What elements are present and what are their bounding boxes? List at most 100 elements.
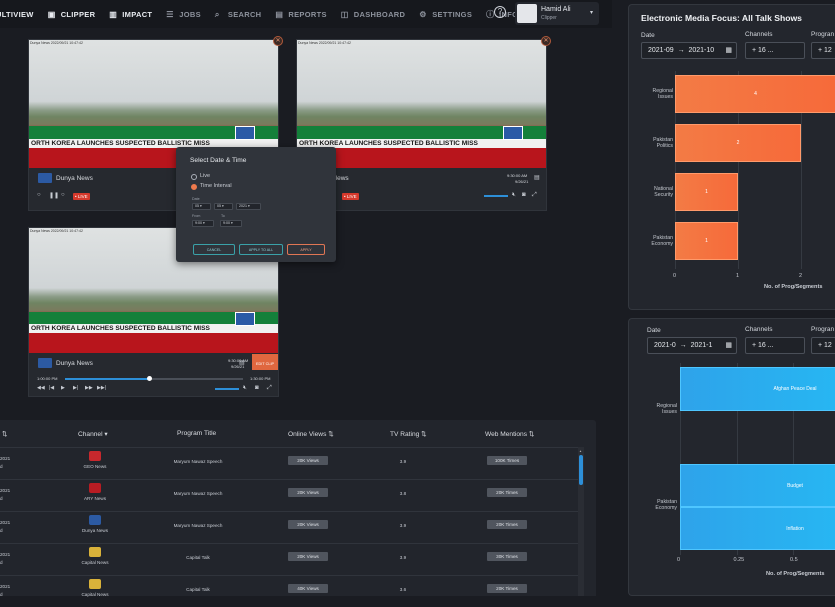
end-icon[interactable]: ▶▶|: [97, 385, 106, 391]
from-select[interactable]: 9:00 ▾: [192, 220, 214, 227]
year-select[interactable]: 2021 ▾: [236, 203, 261, 210]
camera-icon[interactable]: ◙: [522, 192, 526, 198]
volume-slider[interactable]: [484, 195, 508, 197]
save-icon[interactable]: ▤: [534, 174, 540, 181]
pause-icon[interactable]: ❚❚: [49, 192, 59, 199]
nav-item-jobs[interactable]: ☰ JOBS: [166, 10, 201, 19]
nav-item-clipper[interactable]: ▣ CLIPPER: [48, 10, 96, 19]
fullscreen-icon[interactable]: ⤢: [532, 192, 537, 199]
calendar-icon[interactable]: ▦: [725, 338, 732, 353]
top-nav: ULTIVIEW ▣ CLIPPER ▥ IMPACT ☰ JOBS ⌕ SEARCH ▤ REPO…: [0, 0, 612, 28]
row-views: 20K Views: [288, 456, 328, 465]
channels-select[interactable]: + 16 ...: [745, 337, 805, 354]
timeline-handle[interactable]: [146, 376, 152, 381]
mute-icon[interactable]: 🔇︎: [243, 385, 247, 392]
month-select[interactable]: 05 ▾: [214, 203, 233, 210]
radio-interval[interactable]: [191, 184, 197, 190]
x-tick: 0: [673, 273, 677, 279]
nav-items: ULTIVIEW ▣ CLIPPER ▥ IMPACT ☰ JOBS ⌕ SEARCH ▤ REPO…: [0, 10, 532, 19]
ffwd-icon[interactable]: ▶▶: [85, 385, 93, 391]
chevron-down-icon[interactable]: ▾: [590, 9, 593, 16]
y-tick-word: Issues: [662, 409, 677, 415]
live-badge[interactable]: • LIVE: [342, 193, 359, 200]
day-select[interactable]: 05 ▾: [192, 203, 211, 210]
table-row[interactable]: 2021 d Dunya News Maryum Nawaz Speech 20K Vi…: [0, 511, 578, 543]
nav-label: SETTINGS: [432, 9, 473, 19]
y-tick-word: Politics: [656, 143, 673, 149]
clip-start: 1:00:00 PM: [37, 376, 58, 381]
bar-label: Inflation: [786, 525, 804, 532]
x-axis-label: No. of Prog/Segments: [766, 571, 825, 577]
nav-item-impact[interactable]: ▥ IMPACT: [109, 10, 152, 19]
y-tick: Regional Issues: [633, 88, 673, 100]
row-views: 20K Views: [288, 552, 328, 561]
to-select[interactable]: 9:00 ▾: [220, 220, 242, 227]
nav-item-reports[interactable]: ▤ REPORTS: [275, 10, 326, 19]
edit-clip-button[interactable]: EDIT CLIP: [252, 354, 278, 370]
nav-item-settings[interactable]: ⚙ SETTINGS: [419, 10, 472, 19]
row-mentions: 100K Times: [487, 456, 527, 465]
table-row[interactable]: 2021 d Capital News Capital Talk 40K Views 3.…: [0, 575, 578, 607]
channel-logo: [89, 579, 101, 589]
channel-name: Dunya News: [56, 175, 93, 182]
user-menu[interactable]: Hamid Ali Clipper ▾: [515, 2, 599, 25]
programs-label: Progran: [811, 326, 835, 333]
date-range-input[interactable]: 2021-09 → 2021-10 ▦: [641, 42, 737, 59]
col-views[interactable]: Online Views ⇅: [288, 430, 334, 438]
apply-to-all-button[interactable]: APPLY TO ALL: [239, 244, 283, 255]
jobs-icon: ☰: [166, 9, 174, 19]
x-tick: 1: [736, 273, 740, 279]
col-date-sort-icon[interactable]: ⇅: [2, 430, 8, 438]
save-icon[interactable]: ▤: [239, 359, 245, 366]
camera-icon[interactable]: ◙: [255, 385, 259, 391]
y-tick: National Security: [633, 186, 673, 198]
apply-button[interactable]: APPLY: [287, 244, 325, 255]
programs-select[interactable]: + 12: [811, 42, 835, 59]
play-icon[interactable]: ▶: [61, 385, 65, 391]
channel-logo: [38, 173, 52, 183]
x-tick: 0: [677, 557, 681, 563]
stop-icon[interactable]: ○: [61, 192, 65, 198]
row-program: Maryum Nawaz Speech: [173, 523, 223, 528]
cancel-button[interactable]: CANCEL: [193, 244, 235, 255]
col-rating[interactable]: TV Rating ⇅: [390, 430, 427, 438]
rewind-icon[interactable]: ◀◀: [37, 385, 45, 391]
volume-slider[interactable]: [215, 388, 239, 390]
date-range-input[interactable]: 2021-0 → 2021-1 ▦: [647, 337, 737, 354]
calendar-icon[interactable]: ▦: [725, 43, 732, 58]
panel-title: Electronic Media Focus: All Talk Shows: [641, 13, 802, 23]
row-date: 2021: [0, 488, 11, 493]
col-channel[interactable]: Channel ▾: [78, 430, 108, 438]
frame-caption: Dunya News 2022/09/21 10:47:42: [30, 229, 83, 233]
col-program[interactable]: Program Title: [177, 430, 216, 437]
nav-item-dashboard[interactable]: ◫ DASHBOARD: [341, 10, 405, 19]
y-tick: Regional Issues: [633, 403, 677, 415]
mute-icon[interactable]: 🔇︎: [512, 192, 516, 199]
y-tick: Pakistan Economy: [633, 499, 677, 511]
table-row[interactable]: 2021 d Capital News Capital Talk 20K Views 3.…: [0, 543, 578, 575]
nav-item-ultiview[interactable]: ULTIVIEW: [0, 10, 34, 19]
nav-item-search[interactable]: ⌕ SEARCH: [215, 10, 261, 19]
fullscreen-icon[interactable]: ⤢: [267, 385, 272, 392]
table-row[interactable]: 2021 d ARY News Maryum Nawaz Speech 20K View…: [0, 479, 578, 511]
prev-icon[interactable]: |◀: [49, 385, 54, 391]
help-icon[interactable]: ?: [494, 6, 506, 18]
channel-logo: [89, 515, 101, 525]
table-row[interactable]: 2021 d GEO News Maryum Nawaz Speech 20K View…: [0, 447, 578, 479]
channels-select[interactable]: + 16 ...: [745, 42, 805, 59]
channel-name: Dunya News: [56, 360, 93, 367]
modal-title: Select Date & Time: [190, 157, 247, 164]
scrollbar-thumb[interactable]: [579, 455, 583, 485]
programs-table: ⇅ Channel ▾ Program Title Online Views ⇅…: [0, 420, 596, 597]
col-mentions[interactable]: Web Mentions ⇅: [485, 430, 534, 438]
row-channel: ARY News: [83, 496, 107, 501]
clip-date: 9/26/21: [515, 179, 529, 184]
next-icon[interactable]: ▶|: [73, 385, 78, 391]
live-badge[interactable]: • LIVE: [73, 193, 90, 200]
circle-icon[interactable]: ○: [37, 192, 41, 198]
programs-select[interactable]: + 12: [811, 337, 835, 354]
close-icon[interactable]: ✕: [541, 36, 551, 46]
close-icon[interactable]: ✕: [273, 36, 283, 46]
table-scrollbar[interactable]: ▲: [578, 447, 584, 596]
radio-live[interactable]: [191, 174, 197, 180]
